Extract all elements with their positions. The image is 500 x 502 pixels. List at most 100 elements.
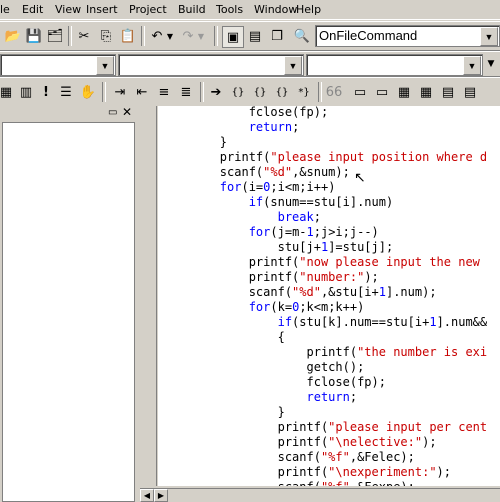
scroll-right-icon[interactable]: ▶ bbox=[154, 489, 168, 502]
code-token: ]=stu[j]; bbox=[328, 240, 394, 254]
redo-icon[interactable]: ↷ bbox=[178, 26, 198, 46]
exclamation-icon[interactable]: ! bbox=[36, 82, 56, 102]
code-line[interactable]: for(k=0;k<m;k++) bbox=[162, 300, 487, 315]
registers-icon[interactable]: ▦ bbox=[394, 82, 414, 102]
find-in-files-icon[interactable]: 🔍 bbox=[292, 26, 312, 46]
toolbar-separator bbox=[318, 82, 322, 102]
chevron-down-icon[interactable]: ▼ bbox=[284, 56, 302, 75]
code-line[interactable]: return; bbox=[162, 390, 487, 405]
members-combo[interactable]: ▼ bbox=[306, 54, 483, 76]
code-token: ; bbox=[292, 120, 300, 134]
code-token: ,&Fexpe); bbox=[350, 480, 415, 486]
chevron-down-icon[interactable]: ▼ bbox=[96, 56, 114, 75]
compile-icon[interactable]: ▦ bbox=[0, 82, 16, 102]
step-over-icon[interactable]: {} bbox=[250, 82, 270, 102]
run-to-cursor-icon[interactable]: *} bbox=[294, 82, 314, 102]
menu-tools[interactable]: Tools bbox=[216, 3, 243, 16]
code-line[interactable]: scanf("%d",&snum); bbox=[162, 165, 487, 180]
paste-icon[interactable]: 📋 bbox=[118, 26, 138, 46]
hand-icon[interactable]: ✋ bbox=[78, 82, 98, 102]
code-line[interactable]: printf("\nexperiment:"); bbox=[162, 465, 487, 480]
code-line[interactable]: for(j=m-1;j>i;j--) bbox=[162, 225, 487, 240]
code-text[interactable]: fclose(fp); return; } printf("please inp… bbox=[162, 106, 487, 486]
variables-icon[interactable]: ▭ bbox=[372, 82, 392, 102]
code-line[interactable]: if(snum==stu[i].num) bbox=[162, 195, 487, 210]
code-line[interactable]: getch(); bbox=[162, 360, 487, 375]
code-line[interactable]: printf("number:"); bbox=[162, 270, 487, 285]
chevron-down-icon[interactable]: ▼ bbox=[463, 56, 481, 75]
step-into-icon[interactable]: {} bbox=[228, 82, 248, 102]
chevron-down-icon[interactable]: ▼ bbox=[480, 27, 498, 46]
function-combo[interactable]: OnFileCommand ▼ bbox=[315, 25, 500, 47]
menu-help[interactable]: Help bbox=[296, 3, 321, 16]
quickwatch-icon[interactable]: 66 bbox=[324, 82, 344, 102]
build-icon[interactable]: ▥ bbox=[16, 82, 36, 102]
comment-icon[interactable]: ≡ bbox=[154, 82, 174, 102]
close-icon[interactable]: ✕ bbox=[122, 105, 132, 119]
code-line[interactable]: fclose(fp); bbox=[162, 375, 487, 390]
code-line[interactable]: scanf("%d",&stu[i+1].num); bbox=[162, 285, 487, 300]
code-token: ;i<m;i++) bbox=[270, 180, 336, 194]
outdent-icon[interactable]: ⇤ bbox=[132, 82, 152, 102]
code-line[interactable]: stu[j+1]=stu[j]; bbox=[162, 240, 487, 255]
callstack-icon[interactable]: ▤ bbox=[438, 82, 458, 102]
code-line[interactable]: for(i=0;i<m;i++) bbox=[162, 180, 487, 195]
workspace-icon[interactable]: ▣ bbox=[222, 26, 244, 48]
menu-insert[interactable]: Insert bbox=[86, 3, 118, 16]
windows-icon[interactable]: ❐ bbox=[267, 26, 287, 46]
output-icon[interactable]: ▤ bbox=[245, 26, 265, 46]
code-line[interactable]: printf("please input position where d bbox=[162, 150, 487, 165]
undo-icon[interactable]: ↶ bbox=[147, 26, 167, 46]
code-token: (stu[k].num==stu[i+ bbox=[292, 315, 430, 329]
list-members-icon[interactable]: ☰ bbox=[56, 82, 76, 102]
undo-dropdown-icon[interactable]: ▼ bbox=[165, 26, 175, 46]
code-token: (snum==stu[i].num) bbox=[263, 195, 394, 209]
indent-icon[interactable]: ⇥ bbox=[110, 82, 130, 102]
code-line[interactable]: printf("now please input the new bbox=[162, 255, 487, 270]
menu-file[interactable]: le bbox=[0, 3, 10, 16]
watch-icon[interactable]: ▭ bbox=[350, 82, 370, 102]
code-line[interactable]: } bbox=[162, 135, 487, 150]
horizontal-scrollbar[interactable]: ◀ ▶ bbox=[140, 488, 500, 502]
code-line[interactable]: break; bbox=[162, 210, 487, 225]
step-out-icon[interactable]: {} bbox=[272, 82, 292, 102]
open-icon[interactable]: 📂 bbox=[3, 26, 23, 46]
workspace-panel-header: ▭ ✕ bbox=[0, 105, 140, 120]
restore-icon[interactable]: ▭ bbox=[108, 107, 117, 118]
redo-dropdown-icon[interactable]: ▼ bbox=[196, 26, 206, 46]
menu-edit[interactable]: Edit bbox=[22, 3, 43, 16]
code-token: scanf( bbox=[162, 165, 264, 179]
code-line[interactable]: } bbox=[162, 405, 487, 420]
code-line[interactable]: printf("please input per cent bbox=[162, 420, 488, 435]
class-combo[interactable]: ▼ bbox=[0, 54, 116, 76]
scroll-left-icon[interactable]: ◀ bbox=[140, 489, 154, 502]
save-icon[interactable]: 💾 bbox=[24, 26, 44, 46]
code-editor[interactable]: fclose(fp); return; } printf("please inp… bbox=[158, 106, 500, 486]
disassembly-icon[interactable]: ▤ bbox=[460, 82, 480, 102]
workspace-panel: ▭ ✕ bbox=[0, 105, 140, 502]
code-line[interactable]: { bbox=[162, 330, 487, 345]
memory-icon[interactable]: ▦ bbox=[416, 82, 436, 102]
code-line[interactable]: fclose(fp); bbox=[162, 106, 487, 120]
menu-view[interactable]: View bbox=[55, 3, 81, 16]
code-line[interactable]: if(stu[k].num==stu[i+1].num&& bbox=[162, 315, 488, 330]
code-line[interactable]: scanf("%f",&Felec); bbox=[162, 450, 487, 465]
menu-project[interactable]: Project bbox=[129, 3, 167, 16]
copy-icon[interactable]: ⎘ bbox=[96, 26, 116, 46]
workspace-tree[interactable] bbox=[2, 122, 135, 502]
run-icon[interactable]: ➔ bbox=[206, 82, 226, 102]
code-line[interactable]: printf("the number is exi bbox=[162, 345, 487, 360]
menu-window[interactable]: Window bbox=[254, 3, 297, 16]
code-line[interactable]: scanf("%f",&Fexpe); bbox=[162, 480, 487, 486]
code-line[interactable]: printf("\nelective:"); bbox=[162, 435, 487, 450]
code-line[interactable]: return; bbox=[162, 120, 487, 135]
uncomment-icon[interactable]: ≣ bbox=[176, 82, 196, 102]
menu-build[interactable]: Build bbox=[178, 3, 206, 16]
code-token: } bbox=[162, 405, 285, 419]
cut-icon[interactable]: ✂ bbox=[74, 26, 94, 46]
save-all-icon[interactable]: 🗂 bbox=[45, 26, 65, 46]
filter-combo[interactable]: ▼ bbox=[118, 54, 304, 76]
menu-bar: le Edit View Insert Project Build Tools … bbox=[0, 0, 500, 20]
wizard-action-icon[interactable]: ▼ bbox=[484, 54, 498, 74]
